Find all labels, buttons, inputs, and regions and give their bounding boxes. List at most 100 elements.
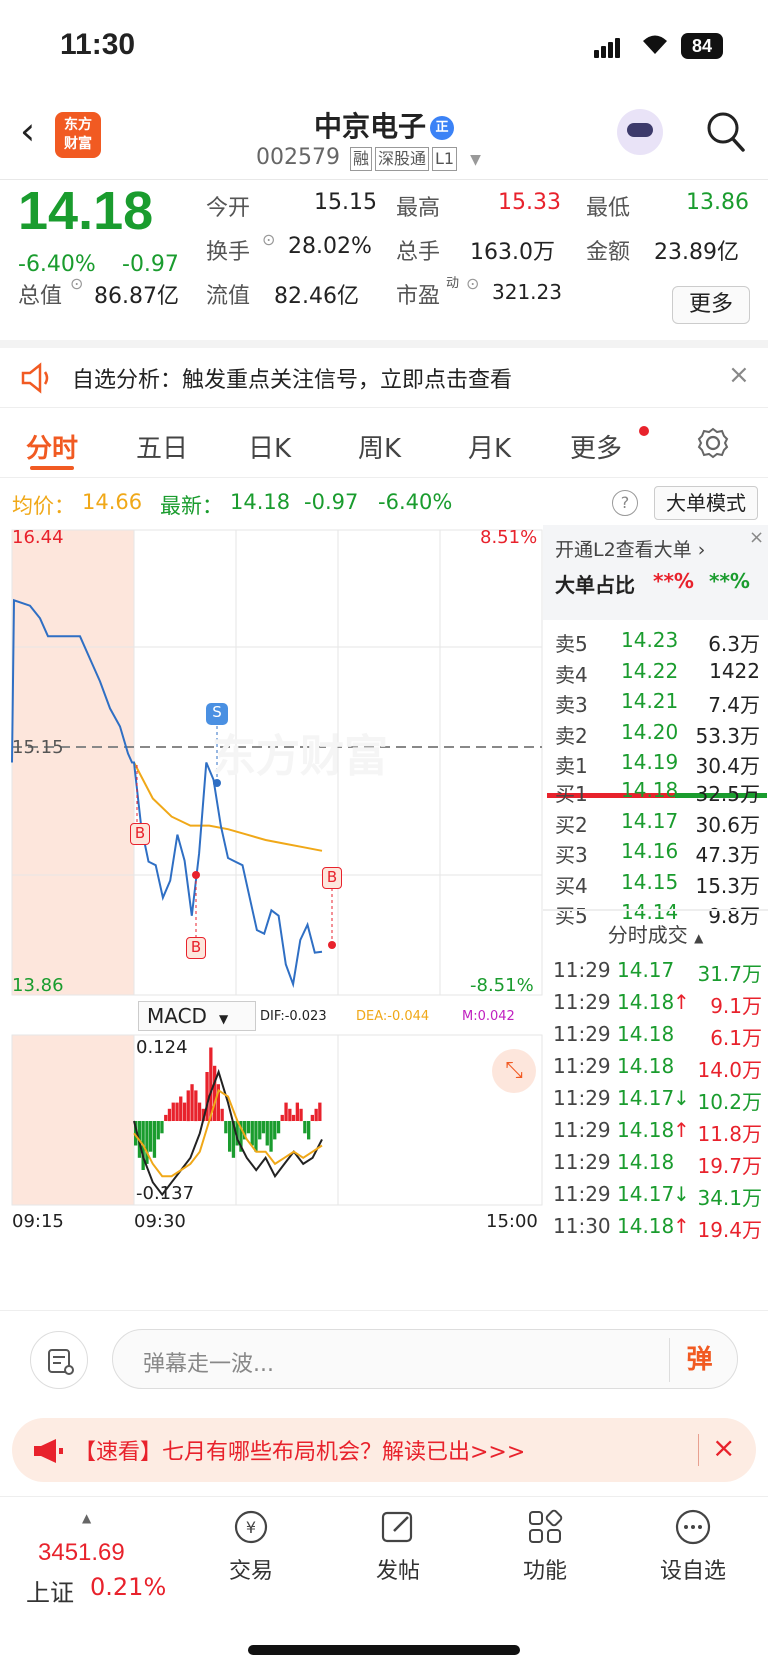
macd-bar: [258, 1121, 262, 1140]
bid-volume: 15.3万: [695, 873, 760, 898]
index-pct: 0.21%: [90, 1573, 167, 1601]
buy-marker[interactable]: B: [186, 937, 206, 959]
stock-code-row[interactable]: 002579 融深股通 L1 ▼: [256, 145, 481, 171]
tab-more[interactable]: 更多: [570, 428, 622, 465]
trade-time: 11:30: [553, 1214, 611, 1238]
l2-promo[interactable]: 开通L2查看大单 › × 大单占比 **% **%: [543, 525, 768, 620]
macd-bar: [265, 1121, 269, 1146]
time-start: 09:15: [12, 1211, 64, 1232]
trade-volume: 9.1万: [710, 994, 762, 1018]
search-icon[interactable]: [706, 111, 746, 153]
nav-add-watchlist[interactable]: 设自选: [638, 1507, 748, 1585]
y-bottom-price: 13.86: [12, 975, 64, 996]
macd-bar: [269, 1121, 273, 1152]
trade-row: 11:29 14.17 31.7万: [543, 955, 768, 987]
ask-price: 14.20: [621, 719, 679, 744]
buy-marker[interactable]: B: [322, 867, 342, 889]
nav-post[interactable]: 发帖: [343, 1507, 453, 1585]
macd-bar: [280, 1114, 284, 1121]
trade-volume: 34.1万: [697, 1186, 762, 1210]
turnover-value: 28.02%: [288, 234, 372, 259]
trade-time: 11:29: [553, 990, 611, 1014]
tab-weekly-k[interactable]: 周K: [358, 428, 401, 465]
tab-intraday[interactable]: 分时: [26, 428, 78, 465]
tab-daily-k[interactable]: 日K: [248, 428, 291, 465]
status-time: 11:30: [60, 28, 136, 61]
big-order-mode-button[interactable]: 大单模式: [654, 486, 758, 520]
amount-value: 23.89亿: [654, 240, 739, 265]
assistant-avatar[interactable]: [617, 109, 663, 155]
info-dots-icon[interactable]: ⊙: [70, 274, 83, 293]
bid-price: 14.16: [621, 839, 679, 863]
trade-time: 11:29: [553, 1182, 611, 1206]
ask-row: 卖2 14.20 53.3万: [543, 717, 768, 749]
bid-volume: 47.3万: [695, 843, 760, 867]
trade-time: 11:29: [553, 1054, 611, 1078]
float-value: 82.46亿: [274, 284, 359, 309]
volume-label: 总手: [396, 240, 441, 265]
trade-arrow: ↑: [673, 990, 690, 1014]
more-dots-icon: [675, 1509, 711, 1545]
quote-panel: 14.18 -6.40% -0.97 今开 15.15 最高 15.33 最低 …: [0, 180, 768, 340]
info-dots-icon[interactable]: ⊙: [466, 274, 479, 293]
caret-up-icon: ▲: [82, 1511, 92, 1525]
nav-functions[interactable]: 功能: [490, 1507, 600, 1585]
macd-bar: [303, 1121, 307, 1134]
bid-volume: 30.6万: [695, 812, 760, 837]
danmaku-input[interactable]: 弹幕走一波... 弹: [112, 1329, 738, 1389]
avg-value: 14.66: [82, 490, 143, 514]
macd-bar: [152, 1121, 157, 1158]
ask-label: 卖5: [555, 632, 588, 656]
pe-value: 321.23: [492, 280, 562, 304]
trade-price: 14.17: [617, 1182, 675, 1206]
watermark: 东方财富: [212, 731, 388, 782]
buy-marker[interactable]: B: [130, 823, 150, 845]
tab-5day[interactable]: 五日: [136, 428, 188, 465]
intraday-chart[interactable]: 东方财富 16.44 8.51% 15.15 13.86 -8.51% B B …: [0, 525, 545, 1315]
trade-price: 14.18: [617, 990, 675, 1014]
bid-volume: 32.5万: [695, 782, 760, 806]
latest-change: -0.97: [304, 490, 359, 514]
index-value: 3451.69: [38, 1539, 125, 1566]
grid-icon: [529, 1509, 563, 1543]
info-dots-icon[interactable]: ⊙: [262, 230, 275, 249]
trade-volume: 31.7万: [697, 962, 762, 986]
tag-connect: 深股通: [375, 147, 430, 171]
macd-bar: [254, 1121, 258, 1152]
trade-time: 11:29: [553, 1086, 611, 1110]
trade-arrow: ↓: [673, 1182, 690, 1206]
more-button[interactable]: 更多: [672, 286, 750, 324]
trade-price: 14.17: [617, 958, 675, 982]
tag-level: L1: [432, 147, 458, 171]
gear-icon[interactable]: [696, 426, 730, 460]
comment-bar: 弹幕走一波... 弹: [0, 1310, 768, 1410]
caret-down-icon[interactable]: ▼: [470, 152, 481, 168]
alert-banner[interactable]: 自选分析：触发重点关注信号，立即点击查看 ×: [0, 340, 768, 408]
help-icon[interactable]: ?: [612, 490, 638, 516]
danmaku-send-button[interactable]: 弹: [669, 1338, 729, 1382]
active-tab-indicator: [30, 466, 74, 470]
close-icon[interactable]: ×: [712, 1431, 735, 1464]
status-bar: 11:30 84: [0, 0, 768, 95]
bid-price: 14.15: [621, 869, 679, 894]
sell-marker[interactable]: S: [206, 703, 228, 725]
dea-value: DEA:-0.044: [356, 1009, 430, 1024]
nav-trade[interactable]: ¥ 交易: [196, 1507, 306, 1585]
macd-bar: [318, 1102, 322, 1121]
trades-header[interactable]: 分时成交 ▲: [543, 919, 768, 948]
macd-select[interactable]: MACD ▼: [138, 1001, 256, 1031]
expand-icon[interactable]: ⤡: [492, 1049, 536, 1093]
tag-margin: 融: [349, 147, 372, 171]
close-icon[interactable]: ×: [728, 360, 750, 390]
macd-bar: [149, 1121, 153, 1152]
close-icon[interactable]: ×: [749, 527, 764, 548]
tab-monthly-k[interactable]: 月K: [468, 428, 511, 465]
svg-text:¥: ¥: [246, 1518, 256, 1537]
promo-banner[interactable]: 【速看】七月有哪些布局机会？解读已出>>> ×: [12, 1418, 756, 1482]
bid-price: 14.18: [621, 778, 679, 802]
comment-settings-icon[interactable]: [30, 1331, 88, 1389]
bid-row: 买4 14.15 15.3万: [543, 867, 768, 899]
speaker-icon: [21, 362, 49, 394]
l2-open-link[interactable]: 开通L2查看大单 ›: [555, 535, 705, 562]
mktcap-value: 86.87亿: [94, 284, 179, 309]
